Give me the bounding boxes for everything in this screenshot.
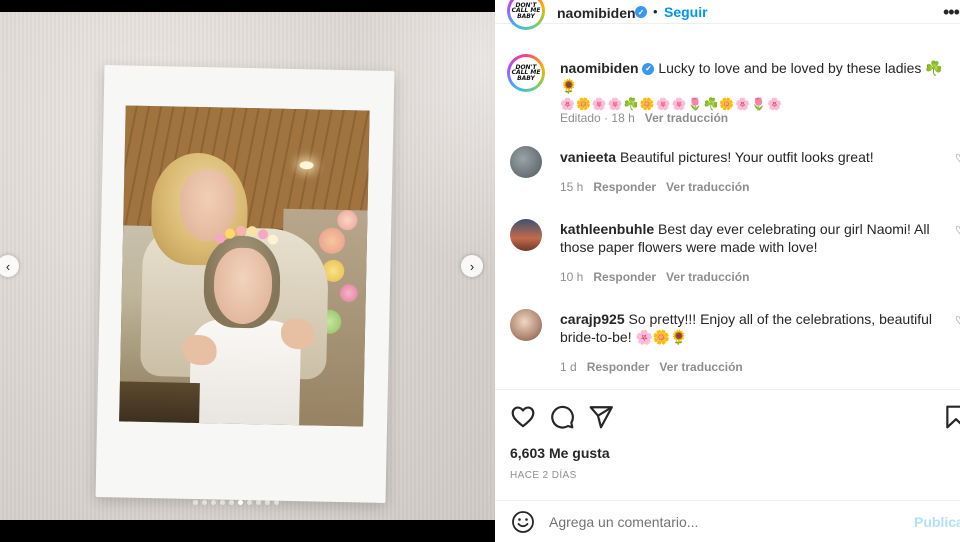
comment-username[interactable]: carajp925 bbox=[560, 311, 625, 327]
carousel-dot bbox=[229, 500, 234, 505]
carousel-dot bbox=[193, 500, 198, 505]
comment-like-heart-icon[interactable]: ♡ bbox=[955, 314, 960, 327]
bookmark-icon[interactable] bbox=[943, 404, 960, 430]
hand-right bbox=[280, 318, 316, 350]
comment-translate-link[interactable]: Ver traducción bbox=[666, 270, 749, 284]
caption-edited-time: Editado · 18 h bbox=[560, 111, 635, 125]
carousel-dots bbox=[193, 500, 279, 505]
comment-time: 15 h bbox=[560, 180, 584, 194]
table-foreground bbox=[119, 381, 200, 424]
comment-avatar[interactable] bbox=[510, 309, 542, 341]
comment-body: Beautiful pictures! Your outfit looks gr… bbox=[619, 149, 874, 165]
caption-translate-link[interactable]: Ver traducción bbox=[645, 111, 728, 125]
polaroid-photo bbox=[95, 65, 395, 503]
carousel-dot bbox=[202, 500, 207, 505]
comment-reply-link[interactable]: Responder bbox=[587, 360, 650, 374]
comment-reply-link[interactable]: Responder bbox=[593, 270, 656, 284]
comments-list: DON'T CALL ME BABY naomibiden ✓ Lucky to l… bbox=[495, 44, 960, 389]
caption-meta: Editado · 18 h Ver traducción bbox=[560, 111, 728, 125]
chevron-left-icon: ‹ bbox=[5, 258, 11, 274]
comment-time: 10 h bbox=[560, 270, 584, 284]
publish-button[interactable]: Publicar bbox=[914, 514, 960, 530]
carousel-dot bbox=[274, 500, 279, 505]
post-date[interactable]: HACE 2 DÍAS bbox=[510, 470, 577, 481]
comment-meta: 1 d Responder Ver traducción bbox=[560, 360, 743, 374]
send-icon[interactable] bbox=[588, 404, 614, 430]
polaroid-image bbox=[119, 105, 370, 427]
comment-translate-link[interactable]: Ver traducción bbox=[666, 180, 749, 194]
comment-like-heart-icon[interactable]: ♡ bbox=[955, 152, 960, 165]
carousel-next-button[interactable]: › bbox=[461, 255, 483, 277]
comment-meta: 10 h Responder Ver traducción bbox=[560, 270, 749, 284]
verified-badge-icon: ✓ bbox=[635, 6, 647, 18]
comment-username[interactable]: kathleenbuhle bbox=[560, 221, 654, 237]
chevron-right-icon: › bbox=[469, 258, 475, 274]
profile-avatar[interactable]: DON'T CALL ME BABY bbox=[507, 0, 545, 30]
post-panel: DON'T CALL ME BABY naomibiden ✓ • Seguir •… bbox=[495, 0, 960, 542]
caption-username[interactable]: naomibiden bbox=[560, 60, 639, 76]
verified-badge-icon: ✓ bbox=[642, 63, 655, 76]
post-media: ‹ › bbox=[0, 0, 495, 542]
carousel-dot bbox=[220, 500, 225, 505]
hand-left bbox=[182, 334, 217, 366]
comment-translate-link[interactable]: Ver traducción bbox=[659, 360, 742, 374]
comment-avatar[interactable] bbox=[510, 219, 542, 251]
comment-input[interactable] bbox=[549, 511, 899, 533]
header-username[interactable]: naomibiden bbox=[557, 5, 636, 21]
comment-avatar[interactable] bbox=[510, 146, 542, 178]
comment-text: carajp925 So pretty!!! Enjoy all of the … bbox=[560, 310, 955, 346]
smiley-icon[interactable] bbox=[511, 510, 535, 534]
comment-time: 1 d bbox=[560, 360, 577, 374]
add-comment-bar: Publicar bbox=[495, 500, 960, 542]
comment-meta: 15 h Responder Ver traducción bbox=[560, 180, 749, 194]
caption-text: naomibiden ✓ Lucky to love and be loved … bbox=[560, 59, 955, 113]
carousel-dot bbox=[238, 500, 243, 505]
avatar-logo: DON'T CALL ME BABY bbox=[510, 0, 542, 27]
comment-reply-link[interactable]: Responder bbox=[593, 180, 656, 194]
caption-avatar[interactable]: DON'T CALL ME BABY bbox=[507, 54, 545, 92]
comment-text: kathleenbuhle Best day ever celebrating … bbox=[560, 220, 955, 256]
comment-icon[interactable] bbox=[549, 404, 575, 430]
post-actions: 6,603 Me gusta HACE 2 DÍAS bbox=[495, 389, 960, 489]
more-horizontal-icon[interactable]: ••• bbox=[943, 2, 960, 23]
ceiling-lamp bbox=[299, 161, 314, 170]
comment-like-heart-icon[interactable]: ♡ bbox=[955, 224, 960, 237]
comment-username[interactable]: vanieeta bbox=[560, 149, 616, 165]
heart-icon[interactable] bbox=[510, 404, 536, 430]
carousel-dot bbox=[265, 500, 270, 505]
follow-button[interactable]: Seguir bbox=[664, 4, 708, 20]
avatar-logo: DON'T CALL ME BABY bbox=[510, 57, 542, 89]
likes-count[interactable]: 6,603 Me gusta bbox=[510, 445, 610, 461]
carousel-dot bbox=[256, 500, 261, 505]
header-separator: • bbox=[653, 4, 658, 19]
comment-text: vanieeta Beautiful pictures! Your outfit… bbox=[560, 148, 955, 166]
post-image bbox=[0, 12, 495, 520]
post-header: DON'T CALL ME BABY naomibiden ✓ • Seguir •… bbox=[495, 0, 960, 30]
carousel-dot bbox=[211, 500, 216, 505]
carousel-dot bbox=[247, 500, 252, 505]
